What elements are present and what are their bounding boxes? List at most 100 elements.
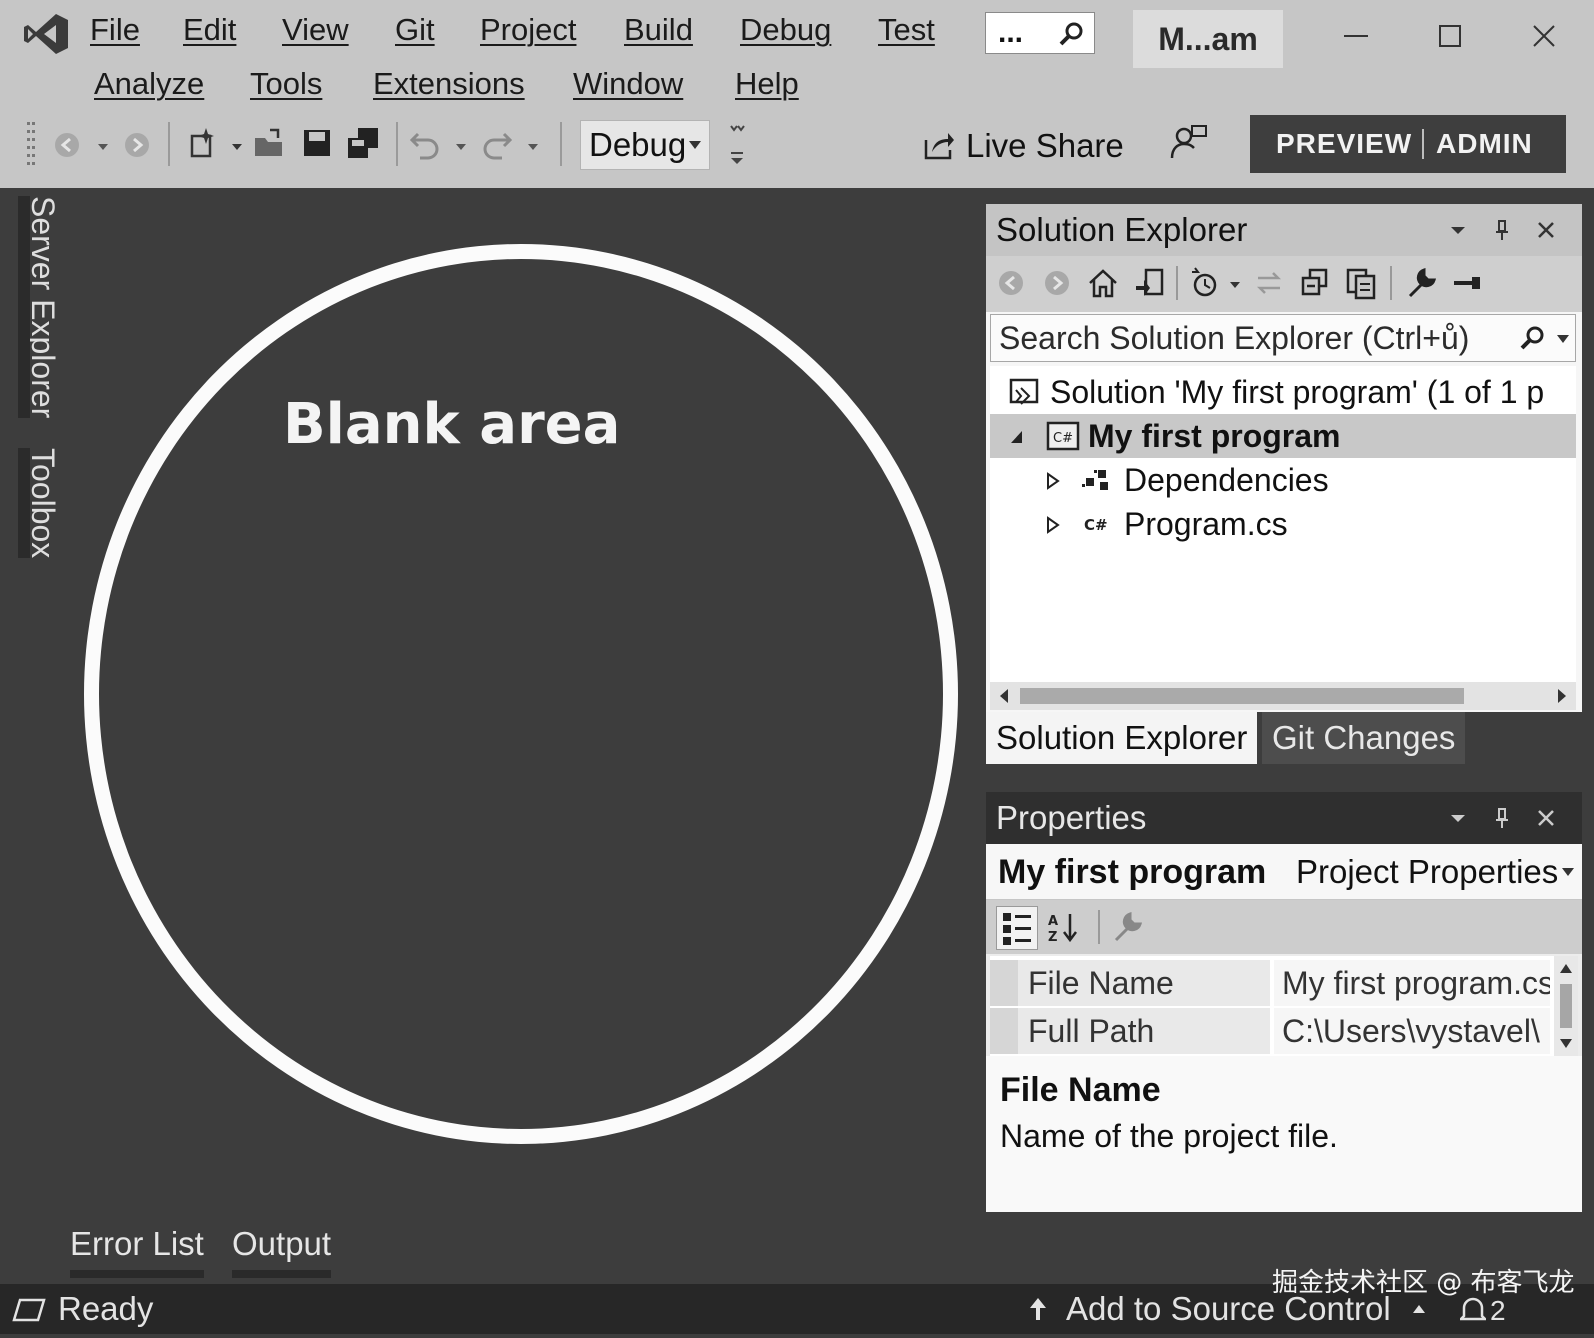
object-name: My first program (998, 853, 1267, 891)
tab-error-list[interactable]: Error List (70, 1222, 204, 1278)
properties-object-selector[interactable]: My first program Project Properties (986, 844, 1582, 900)
property-value[interactable]: My first program.csproj (1274, 960, 1550, 1006)
collapse-all-icon[interactable] (1298, 266, 1332, 300)
redo-dropdown-icon[interactable] (526, 142, 540, 152)
pin-icon[interactable] (1490, 218, 1514, 242)
new-dropdown-icon[interactable] (230, 142, 244, 152)
scroll-down-icon[interactable] (1559, 1038, 1573, 1050)
pin-icon[interactable] (1490, 806, 1514, 830)
show-all-files-icon[interactable] (1344, 266, 1378, 300)
menu-debug[interactable]: Debug (740, 10, 831, 50)
save-icon[interactable] (300, 126, 334, 160)
solution-explorer-toolbar (986, 256, 1582, 312)
tab-output[interactable]: Output (232, 1222, 332, 1278)
open-folder-icon[interactable] (252, 126, 286, 160)
preview-label: PREVIEW (1276, 128, 1413, 159)
menu-analyze[interactable]: Analyze (94, 64, 204, 104)
property-pages-wrench-icon[interactable] (1110, 910, 1144, 944)
menu-view[interactable]: View (282, 10, 349, 50)
menu-test[interactable]: Test (878, 10, 935, 50)
property-value[interactable]: C:\Users\vystavel\ (1274, 1008, 1550, 1054)
scrollbar-thumb[interactable] (1020, 688, 1464, 704)
menu-file[interactable]: File (90, 10, 140, 50)
maximize-icon[interactable] (1424, 12, 1476, 60)
categorized-icon[interactable] (996, 906, 1038, 950)
chevron-down-icon[interactable] (1446, 806, 1470, 830)
side-tab-server-explorer[interactable]: Server Explorer (18, 196, 68, 419)
tab-git-changes[interactable]: Git Changes (1262, 712, 1466, 764)
menu-build[interactable]: Build (624, 10, 693, 50)
close-icon[interactable] (1534, 218, 1558, 242)
solution-explorer-header: Solution Explorer (986, 204, 1582, 256)
feedback-icon[interactable] (1168, 122, 1208, 162)
back-dropdown-icon[interactable] (96, 142, 110, 152)
scroll-right-icon[interactable] (1556, 688, 1568, 704)
close-icon[interactable] (1534, 806, 1558, 830)
property-row[interactable]: File Name My first program.csproj (990, 960, 1550, 1006)
csharp-file-icon: C# (1084, 516, 1108, 534)
arrow-up-icon (1030, 1298, 1046, 1320)
tree-node-solution[interactable]: Solution 'My first program' (1 of 1 p (990, 370, 1576, 414)
menu-edit[interactable]: Edit (183, 10, 236, 50)
search-icon[interactable] (1519, 325, 1545, 351)
alphabetical-sort-icon[interactable]: A Z (1046, 910, 1080, 944)
tree-node-program-cs[interactable]: C# Program.cs (990, 502, 1576, 546)
menu-window[interactable]: Window (573, 64, 683, 104)
preview-admin-badge[interactable]: PREVIEW ADMIN (1250, 115, 1566, 173)
close-icon[interactable] (1518, 12, 1570, 60)
search-box[interactable]: ... (985, 12, 1095, 54)
horizontal-scrollbar[interactable] (990, 682, 1576, 710)
solution-name-badge[interactable]: M...am (1133, 10, 1283, 68)
pending-changes-filter-icon[interactable] (1188, 266, 1222, 300)
tree-node-dependencies[interactable]: Dependencies (990, 458, 1576, 502)
preview-selected-items-icon[interactable] (1450, 266, 1484, 300)
watermark-text: 掘金技术社区 @ 布客飞龙 (1272, 1268, 1575, 1298)
menu-project[interactable]: Project (480, 10, 576, 50)
chevron-down-icon[interactable] (1562, 868, 1574, 876)
sync-active-document-icon[interactable] (1252, 266, 1286, 300)
expanded-triangle-icon[interactable] (1010, 428, 1024, 446)
toolbar-grip-icon[interactable] (26, 120, 36, 168)
chevron-down-icon[interactable] (1446, 218, 1470, 242)
tab-solution-explorer[interactable]: Solution Explorer (986, 712, 1258, 764)
badge-divider (1422, 129, 1424, 159)
scrollbar-thumb[interactable] (1560, 984, 1572, 1028)
svg-text:C#: C# (1053, 431, 1073, 446)
search-placeholder: Search Solution Explorer (Ctrl+ů) (999, 320, 1470, 356)
visual-studio-logo-icon[interactable] (22, 12, 70, 56)
properties-wrench-icon[interactable] (1404, 266, 1438, 300)
scroll-up-icon[interactable] (1559, 962, 1573, 974)
filter-dropdown-icon[interactable] (1228, 280, 1242, 290)
toolbar-overflow-icon[interactable] (728, 122, 746, 168)
menu-help[interactable]: Help (735, 64, 799, 104)
back-icon[interactable] (994, 266, 1028, 300)
solution-configuration-dropdown[interactable]: Debug (580, 120, 710, 170)
property-row[interactable]: Full Path C:\Users\vystavel\ (990, 1008, 1550, 1054)
redo-icon[interactable] (480, 126, 514, 160)
solution-icon (1009, 378, 1039, 405)
side-tab-toolbox[interactable]: Toolbox (18, 448, 68, 559)
home-icon[interactable] (1086, 266, 1120, 300)
switch-views-icon[interactable] (1132, 266, 1166, 300)
minimize-icon[interactable] (1330, 12, 1382, 60)
new-project-icon[interactable] (186, 126, 220, 160)
scroll-left-icon[interactable] (998, 688, 1010, 704)
save-all-icon[interactable] (346, 126, 380, 160)
menu-git[interactable]: Git (395, 10, 435, 50)
navigate-back-icon[interactable] (50, 128, 84, 162)
undo-dropdown-icon[interactable] (454, 142, 468, 152)
solution-explorer-search-input[interactable]: Search Solution Explorer (Ctrl+ů) (990, 314, 1576, 362)
collapsed-triangle-icon[interactable] (1046, 516, 1060, 534)
tree-node-project[interactable]: C# My first program (990, 414, 1576, 458)
collapsed-triangle-icon[interactable] (1046, 472, 1060, 490)
menu-extensions[interactable]: Extensions (373, 64, 525, 104)
search-options-dropdown-icon[interactable] (1557, 335, 1569, 343)
undo-icon[interactable] (408, 126, 442, 160)
property-name: File Name (1018, 960, 1270, 1006)
navigate-forward-icon[interactable] (120, 128, 154, 162)
menu-tools[interactable]: Tools (250, 64, 322, 104)
vertical-scrollbar[interactable] (1554, 956, 1578, 1056)
property-grid: File Name My first program.csproj Full P… (990, 956, 1578, 1056)
svg-text:Z: Z (1048, 930, 1057, 944)
forward-icon[interactable] (1040, 266, 1074, 300)
